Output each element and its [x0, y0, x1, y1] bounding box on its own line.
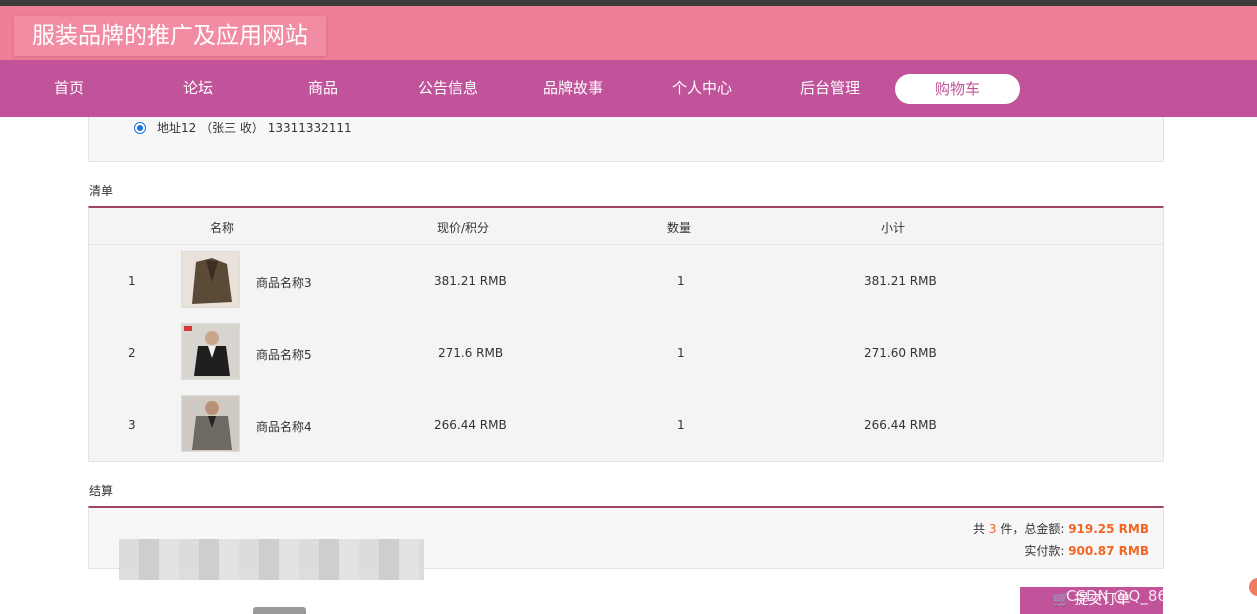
nav-home[interactable]: 首页 [14, 60, 124, 117]
header-qty: 数量 [667, 221, 692, 235]
header-price: 现价/积分 [437, 221, 490, 235]
site-title: 服装品牌的推广及应用网站 [14, 16, 326, 56]
product-name[interactable]: 商品名称4 [256, 418, 312, 435]
product-image[interactable] [181, 251, 240, 308]
address-panel: 地址12 （张三 收） 13311332111 [88, 117, 1164, 162]
redacted-area [119, 539, 424, 580]
product-name[interactable]: 商品名称3 [256, 274, 312, 291]
order-list-label: 清单 [89, 184, 114, 198]
address-radio[interactable] [134, 122, 146, 134]
table-row: 2 商品名称5 271.6 RMB 1 271.60 RMB [89, 317, 1163, 389]
product-image[interactable] [181, 395, 240, 452]
item-count: 3 [988, 522, 997, 536]
nav-cart[interactable]: 购物车 [895, 74, 1020, 104]
nav-announcements[interactable]: 公告信息 [393, 60, 503, 117]
nav-user-center[interactable]: 个人中心 [647, 60, 757, 117]
product-name[interactable]: 商品名称5 [256, 346, 312, 363]
header-subtotal: 小计 [881, 221, 906, 235]
paid-line: 实付款: 900.87 RMB [1024, 542, 1149, 559]
order-table: 名称 现价/积分 数量 小计 1 商品名称3 381.21 RMB 1 381.… [88, 206, 1164, 462]
total-amount: 919.25 RMB [1068, 522, 1149, 536]
row-index: 1 [128, 274, 136, 288]
bottom-scroll-handle[interactable] [253, 607, 306, 614]
total-line: 共 3 件，总金额: 919.25 RMB [973, 520, 1149, 537]
product-price: 271.6 RMB [438, 346, 504, 360]
row-index: 2 [128, 346, 136, 360]
main-nav: 首页 论坛 商品 公告信息 品牌故事 个人中心 后台管理 购物车 [0, 60, 1257, 117]
table-row: 3 商品名称4 266.44 RMB 1 266.44 RMB [89, 389, 1163, 461]
product-qty: 1 [677, 346, 685, 360]
total-mid: 件，总金额: [1000, 522, 1065, 536]
product-price: 266.44 RMB [434, 418, 507, 432]
address-text: 地址12 （张三 收） 13311332111 [157, 121, 352, 135]
product-image[interactable] [181, 323, 240, 380]
product-subtotal: 271.60 RMB [864, 346, 937, 360]
table-header: 名称 现价/积分 数量 小计 [89, 208, 1163, 245]
site-header: 服装品牌的推广及应用网站 [0, 6, 1257, 60]
watermark-text: CSDN @Q_860234001 [1066, 587, 1234, 605]
table-row: 1 商品名称3 381.21 RMB 1 381.21 RMB [89, 245, 1163, 317]
product-subtotal: 266.44 RMB [864, 418, 937, 432]
product-price: 381.21 RMB [434, 274, 507, 288]
nav-brand-story[interactable]: 品牌故事 [518, 60, 628, 117]
settlement-label: 结算 [89, 484, 114, 498]
nav-forum[interactable]: 论坛 [143, 60, 253, 117]
row-index: 3 [128, 418, 136, 432]
total-prefix: 共 [973, 522, 986, 536]
scroll-to-top-icon[interactable] [1249, 578, 1257, 596]
paid-amount: 900.87 RMB [1068, 544, 1149, 558]
nav-products[interactable]: 商品 [268, 60, 378, 117]
product-subtotal: 381.21 RMB [864, 274, 937, 288]
paid-label: 实付款: [1024, 544, 1065, 558]
product-qty: 1 [677, 418, 685, 432]
header-name: 名称 [210, 221, 235, 235]
product-qty: 1 [677, 274, 685, 288]
nav-admin[interactable]: 后台管理 [775, 60, 885, 117]
